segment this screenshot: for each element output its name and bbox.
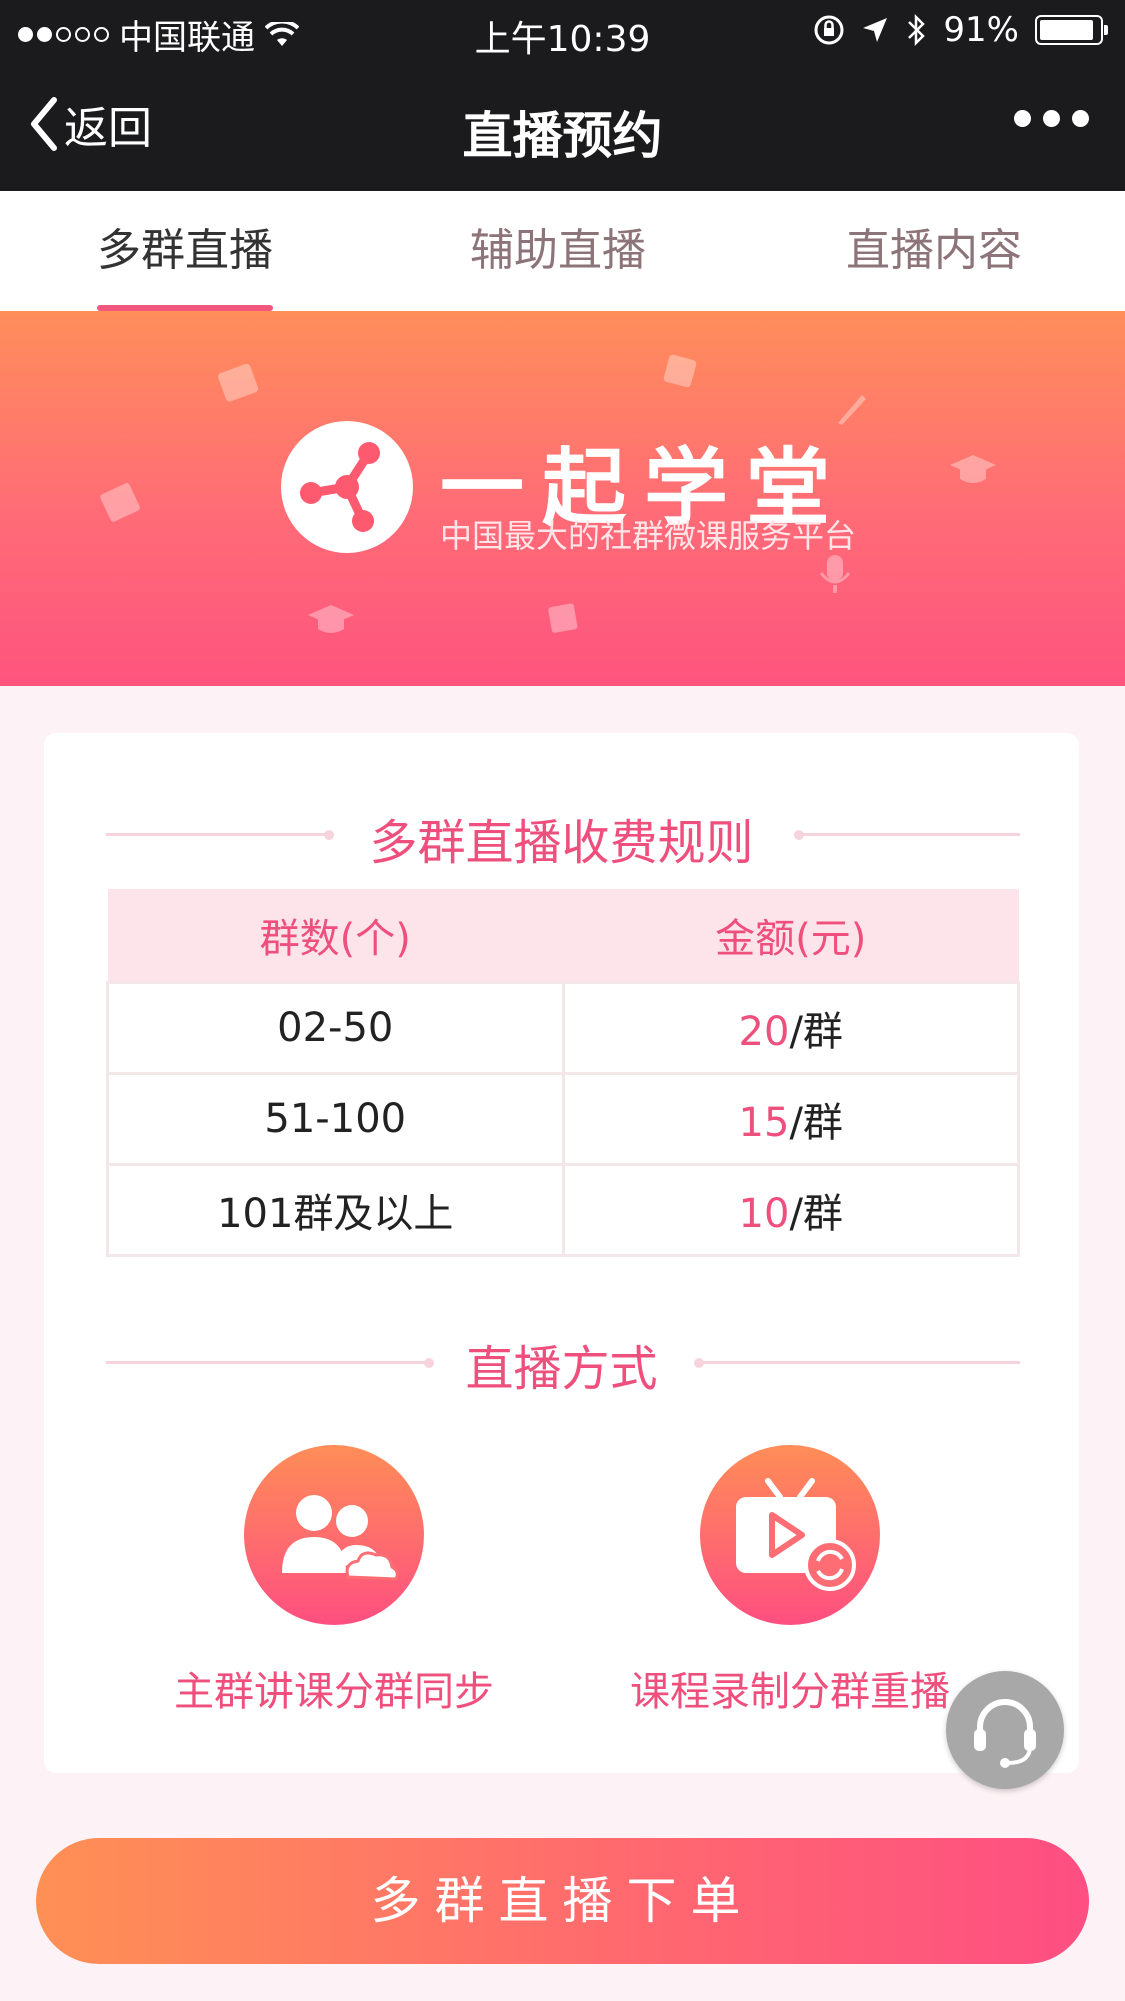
battery-icon — [1035, 15, 1108, 45]
more-dot-icon — [1043, 110, 1060, 127]
tab-live-content[interactable]: 直播内容 — [846, 191, 1022, 311]
brand-slogan: 中国最大的社群微课服务平台 — [440, 517, 857, 555]
fee-table: 群数(个) 金额(元) 02-50 20/群 51-100 15/群 101群及… — [106, 889, 1020, 1257]
header-amount: 金额(元) — [563, 889, 1019, 983]
group-count-cell: 02-50 — [106, 981, 565, 1075]
puzzle-decor-icon — [218, 363, 259, 402]
page-title: 直播预约 — [462, 107, 663, 165]
amount-value: 15 — [738, 1100, 790, 1146]
mode-icon-circle — [244, 1445, 424, 1625]
mode-record-replay[interactable]: 课程录制分群重播 — [600, 1445, 980, 1717]
table-row: 02-50 20/群 — [106, 981, 1020, 1075]
tab-label: 辅助直播 — [470, 225, 646, 276]
amount-cell: 10/群 — [561, 1163, 1020, 1257]
tab-multi-group-live[interactable]: 多群直播 — [97, 191, 273, 311]
group-count-cell: 51-100 — [106, 1072, 565, 1166]
amount-unit: /群 — [789, 1009, 843, 1055]
grad-cap-decor-icon — [308, 605, 354, 633]
mode-main-group-sync[interactable]: 主群讲课分群同步 — [144, 1445, 524, 1717]
group-count-cell: 101群及以上 — [106, 1163, 565, 1257]
share-logo-icon — [300, 442, 380, 532]
rotation-lock-icon — [814, 15, 844, 45]
nav-bar: 返回 直播预约 — [0, 62, 1125, 191]
more-dot-icon — [1014, 110, 1031, 127]
tab-bar: 多群直播 辅助直播 直播内容 — [0, 191, 1125, 311]
order-button[interactable]: 多群直播下单 — [36, 1838, 1089, 1964]
mode-label: 课程录制分群重播 — [630, 1669, 950, 1715]
headset-icon — [974, 1699, 1036, 1768]
mic-decor-icon — [819, 555, 851, 593]
banner: 一起学堂 中国最大的社群微课服务平台 — [0, 311, 1125, 686]
photo-decor-icon — [548, 603, 578, 633]
tab-label: 多群直播 — [97, 225, 273, 276]
amount-unit: /群 — [789, 1191, 843, 1237]
battery-fill — [1040, 20, 1093, 40]
table-row: 101群及以上 10/群 — [106, 1163, 1020, 1257]
book-decor-icon — [100, 483, 140, 522]
cup-decor-icon — [663, 354, 697, 388]
content-card: 多群直播收费规则 群数(个) 金额(元) 02-50 20/群 51-100 1… — [44, 733, 1079, 1773]
location-icon — [863, 18, 888, 42]
mode-label: 主群讲课分群同步 — [174, 1669, 494, 1715]
status-right: 91% — [813, 10, 1108, 50]
tab-assist-live[interactable]: 辅助直播 — [470, 191, 646, 311]
group-users-icon — [282, 1495, 399, 1581]
divider-line — [698, 1361, 1020, 1364]
tab-label: 直播内容 — [846, 225, 1022, 276]
mode-section-title: 直播方式 — [465, 1341, 658, 1397]
amount-value: 20 — [738, 1009, 790, 1055]
fee-table-header: 群数(个) 金额(元) — [107, 889, 1019, 983]
customer-service-button[interactable] — [946, 1671, 1064, 1789]
status-bar: 中国联通 上午10:39 91% — [0, 0, 1125, 62]
mode-icon-circle — [700, 1445, 880, 1625]
top-bar: 中国联通 上午10:39 91% 返回 直播预约 — [0, 0, 1125, 191]
amount-cell: 20/群 — [561, 981, 1020, 1075]
battery-percent: 91% — [943, 10, 1019, 50]
divider-line — [798, 833, 1020, 836]
fee-section-title: 多群直播收费规则 — [369, 815, 754, 871]
bluetooth-icon — [908, 13, 926, 47]
amount-value: 10 — [738, 1191, 790, 1237]
amount-unit: /群 — [789, 1100, 843, 1146]
grad-cap-decor-icon — [950, 455, 996, 483]
header-group-count: 群数(个) — [107, 889, 563, 983]
amount-cell: 15/群 — [561, 1072, 1020, 1166]
tv-replay-icon — [736, 1478, 856, 1591]
more-menu-button[interactable] — [1014, 110, 1089, 127]
more-dot-icon — [1072, 110, 1089, 127]
brand-logo — [281, 421, 413, 553]
table-row: 51-100 15/群 — [106, 1072, 1020, 1166]
